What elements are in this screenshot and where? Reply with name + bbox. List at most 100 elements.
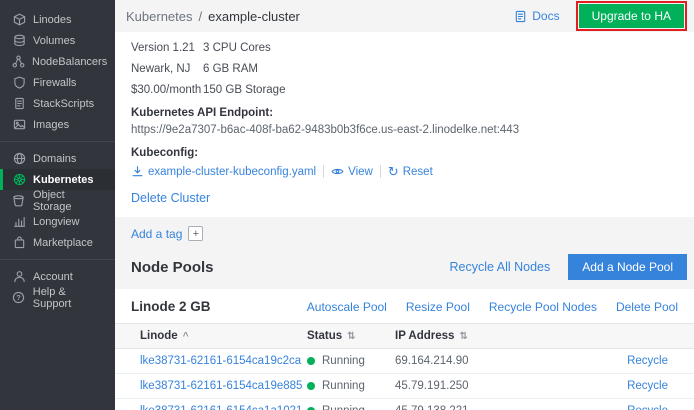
- pool-actions: Autoscale Pool Resize Pool Recycle Pool …: [307, 300, 678, 314]
- app-root: Linodes Volumes NodeBalancers Firewalls …: [0, 0, 694, 410]
- column-header-linode[interactable]: Linode^: [115, 324, 307, 349]
- add-node-pool-button[interactable]: Add a Node Pool: [568, 254, 687, 280]
- node-label-cell: lke38731-62161-6154ca19c2ca: [115, 349, 307, 374]
- table-header-row: Linode^ Status⇅ IP Address⇅: [115, 324, 694, 349]
- node-link[interactable]: lke38731-62161-6154ca1a1021: [140, 405, 302, 410]
- sidebar-item-longview[interactable]: Longview: [0, 211, 115, 232]
- kubeconfig-download-link[interactable]: example-cluster-kubeconfig.yaml: [131, 165, 316, 178]
- status-text: Running: [322, 405, 365, 410]
- stackscripts-icon: [12, 97, 26, 111]
- delete-cluster-link[interactable]: Delete Cluster: [131, 191, 210, 205]
- view-label: View: [348, 166, 373, 178]
- sidebar-item-label: Volumes: [33, 35, 75, 47]
- main-content: Kubernetes / example-cluster Docs Upgrad…: [115, 0, 694, 410]
- sidebar-item-kubernetes[interactable]: Kubernetes: [0, 169, 115, 190]
- recycle-node-link[interactable]: Recycle: [627, 380, 668, 392]
- sidebar-item-label: Account: [33, 271, 73, 283]
- sidebar-item-volumes[interactable]: Volumes: [0, 30, 115, 51]
- pool-name: Linode 2 GB: [131, 299, 307, 314]
- sidebar-item-account[interactable]: Account: [0, 266, 115, 287]
- pool-nodes-table: Linode^ Status⇅ IP Address⇅ lke38731-621…: [115, 323, 694, 410]
- sort-asc-icon: ^: [183, 331, 189, 342]
- longview-icon: [12, 215, 26, 229]
- resize-pool-link[interactable]: Resize Pool: [406, 300, 470, 314]
- reset-label: Reset: [403, 166, 433, 178]
- sidebar-item-firewalls[interactable]: Firewalls: [0, 72, 115, 93]
- recycle-pool-nodes-link[interactable]: Recycle Pool Nodes: [489, 300, 597, 314]
- spec-storage: 150 GB Storage: [203, 84, 351, 96]
- status-text: Running: [322, 355, 365, 367]
- breadcrumb-separator: /: [199, 9, 203, 24]
- sidebar-group-account: Account ? Help & Support: [0, 259, 115, 314]
- column-header-ip[interactable]: IP Address⇅: [395, 324, 545, 349]
- recycle-node-link[interactable]: Recycle: [627, 355, 668, 367]
- volumes-icon: [12, 34, 26, 48]
- sidebar-group-compute: Linodes Volumes NodeBalancers Firewalls …: [0, 8, 115, 141]
- sort-icon: ⇅: [347, 331, 355, 342]
- sidebar-item-help-support[interactable]: ? Help & Support: [0, 287, 115, 308]
- node-link[interactable]: lke38731-62161-6154ca19c2ca: [140, 355, 301, 367]
- sidebar-item-label: NodeBalancers: [32, 56, 107, 68]
- node-action-cell: Recycle: [545, 399, 694, 410]
- sidebar-item-nodebalancers[interactable]: NodeBalancers: [0, 51, 115, 72]
- node-ip-cell: 45.79.191.250: [395, 374, 545, 399]
- sidebar-item-marketplace[interactable]: Marketplace: [0, 232, 115, 253]
- api-endpoint-label: Kubernetes API Endpoint:: [131, 107, 678, 119]
- kubeconfig-label: Kubeconfig:: [131, 147, 678, 159]
- node-status-cell: Running: [307, 374, 395, 399]
- marketplace-icon: [12, 236, 26, 250]
- sidebar-item-label: StackScripts: [33, 98, 94, 110]
- add-tag-plus-icon[interactable]: +: [188, 226, 203, 241]
- node-label-cell: lke38731-62161-6154ca19e885: [115, 374, 307, 399]
- sidebar-group-services: Domains Kubernetes Object Storage Longvi…: [0, 141, 115, 259]
- status-running-dot: [307, 382, 315, 390]
- recycle-node-link[interactable]: Recycle: [627, 405, 668, 410]
- sidebar-item-label: Marketplace: [33, 237, 93, 249]
- delete-pool-link[interactable]: Delete Pool: [616, 300, 678, 314]
- sidebar-item-label: Help & Support: [33, 286, 106, 310]
- kubeconfig-reset-link[interactable]: ↻ Reset: [388, 165, 433, 178]
- node-ip-cell: 45.79.138.221: [395, 399, 545, 410]
- sort-icon: ⇅: [459, 331, 467, 342]
- sidebar-item-domains[interactable]: Domains: [0, 148, 115, 169]
- delete-cluster-row: Delete Cluster: [131, 191, 678, 205]
- recycle-all-nodes-link[interactable]: Recycle All Nodes: [450, 260, 551, 274]
- sidebar-item-label: Images: [33, 119, 69, 131]
- sidebar-item-linodes[interactable]: Linodes: [0, 9, 115, 30]
- table-row: lke38731-62161-6154ca1a1021 Running 45.7…: [115, 399, 694, 410]
- header-actions: Docs Upgrade to HA: [514, 1, 687, 31]
- node-action-cell: Recycle: [545, 374, 694, 399]
- node-link[interactable]: lke38731-62161-6154ca19e885: [140, 380, 302, 392]
- spec-region: Newark, NJ: [131, 63, 203, 75]
- node-pools-title: Node Pools: [131, 259, 450, 276]
- node-label-cell: lke38731-62161-6154ca1a1021: [115, 399, 307, 410]
- node-status-cell: Running: [307, 349, 395, 374]
- autoscale-pool-link[interactable]: Autoscale Pool: [307, 300, 387, 314]
- add-tag-link[interactable]: Add a tag: [131, 227, 182, 241]
- kubeconfig-view-link[interactable]: View: [331, 165, 373, 178]
- pool-head: Linode 2 GB Autoscale Pool Resize Pool R…: [115, 289, 694, 323]
- node-pools-header: Node Pools Recycle All Nodes Add a Node …: [115, 250, 694, 289]
- status-text: Running: [322, 380, 365, 392]
- sidebar-item-label: Object Storage: [33, 189, 106, 213]
- sidebar-item-object-storage[interactable]: Object Storage: [0, 190, 115, 211]
- docs-link[interactable]: Docs: [514, 9, 559, 23]
- tag-row: Add a tag +: [115, 217, 694, 250]
- sidebar-item-stackscripts[interactable]: StackScripts: [0, 93, 115, 114]
- breadcrumb-kubernetes[interactable]: Kubernetes: [126, 9, 193, 24]
- spec-price: $30.00/month: [131, 84, 203, 96]
- sidebar-item-label: Firewalls: [33, 77, 76, 89]
- kubeconfig-filename: example-cluster-kubeconfig.yaml: [148, 166, 316, 178]
- kubernetes-icon: [12, 173, 26, 187]
- sidebar-item-label: Linodes: [33, 14, 72, 26]
- spec-cpu: 3 CPU Cores: [203, 42, 351, 54]
- reset-icon: ↻: [388, 165, 399, 178]
- breadcrumb: Kubernetes / example-cluster: [126, 9, 300, 24]
- api-endpoint-value: https://9e2a7307-b6ac-408f-ba62-9483b0b3…: [131, 124, 678, 136]
- sidebar: Linodes Volumes NodeBalancers Firewalls …: [0, 0, 115, 410]
- sidebar-item-images[interactable]: Images: [0, 114, 115, 135]
- page-header: Kubernetes / example-cluster Docs Upgrad…: [115, 0, 694, 32]
- firewalls-icon: [12, 76, 26, 90]
- upgrade-to-ha-button[interactable]: Upgrade to HA: [579, 4, 684, 28]
- column-header-status[interactable]: Status⇅: [307, 324, 395, 349]
